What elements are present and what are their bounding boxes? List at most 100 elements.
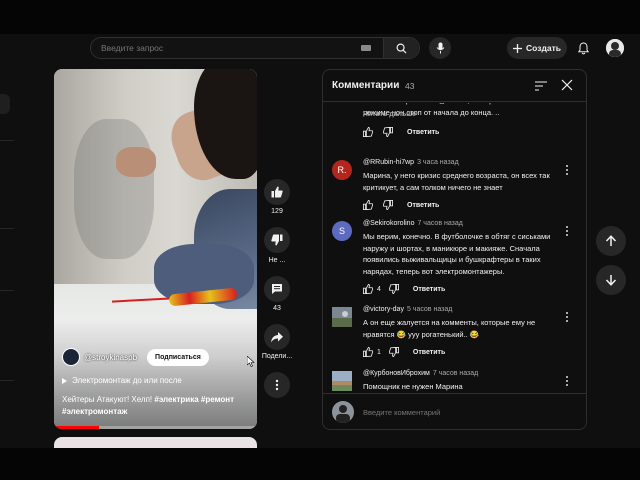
thumbs-down-icon <box>271 234 283 246</box>
comments-title: Комментарии <box>332 80 400 91</box>
thumbs-up-icon[interactable] <box>363 127 373 137</box>
thumbs-up-icon[interactable] <box>363 284 373 294</box>
shorts-video-player[interactable]: @stroykinaspb Подписаться Электромонтаж … <box>54 69 257 429</box>
play-icon <box>62 377 67 384</box>
subscribe-button[interactable]: Подписаться <box>147 348 209 366</box>
comment-actions: Ответить <box>363 127 439 137</box>
comment-time[interactable]: 7 часов назад <box>433 370 478 377</box>
comment-author-line: @victory-day 5 часов назад <box>363 306 452 313</box>
arrow-down-icon <box>605 275 617 286</box>
more-actions-button[interactable] <box>264 372 290 398</box>
share-label: Подели... <box>261 353 293 360</box>
channel-row: @stroykinaspb Подписаться <box>62 348 209 366</box>
comment-actions: Ответить <box>363 200 439 210</box>
commenter-avatar[interactable] <box>332 371 352 391</box>
profile-photo-icon <box>332 371 352 391</box>
thumbs-up-icon[interactable] <box>363 200 373 210</box>
reply-button[interactable]: Ответить <box>407 129 439 136</box>
comment-author[interactable]: @RRubin-hi7wp <box>363 159 414 166</box>
comments-button[interactable] <box>264 276 290 302</box>
sort-icon[interactable] <box>535 81 547 91</box>
user-photo-icon <box>332 401 354 423</box>
related-video-link[interactable]: Электромонтаж до или после <box>62 376 182 385</box>
microphone-icon <box>436 42 444 54</box>
comment-input[interactable] <box>363 405 573 419</box>
next-video-button[interactable] <box>596 265 626 295</box>
comment-time[interactable]: 7 часов назад <box>417 220 462 227</box>
own-avatar <box>332 401 354 423</box>
sidebar-divider <box>0 290 14 291</box>
comment-icon <box>272 284 282 294</box>
avatar-letter: R. <box>337 165 347 175</box>
video-progress-fill <box>54 426 99 429</box>
thumbs-down-icon[interactable] <box>388 347 399 357</box>
comment-author-line: @Sekirokorolino 7 часов назад <box>363 220 463 227</box>
arrow-up-icon <box>605 235 617 246</box>
comment-like-count: 4 <box>377 285 381 293</box>
comment-author[interactable]: @КурбоновИброхим <box>363 370 430 377</box>
video-frame-shadow <box>74 119 154 259</box>
video-progress-bar[interactable] <box>54 426 257 429</box>
comments-panel: Комментарии 43 на чал осе срезпие о @Eln… <box>322 69 587 430</box>
dislike-button[interactable] <box>264 227 290 253</box>
sidebar-edge[interactable] <box>0 94 10 114</box>
share-button[interactable] <box>264 324 290 350</box>
plus-icon <box>513 43 523 53</box>
comment-menu-button[interactable] <box>563 163 571 177</box>
comment-text: Марина, у него кризис среднего возраста,… <box>363 171 550 192</box>
more-vertical-icon <box>275 379 279 391</box>
comment-text: Помощник не нужен Марина <box>363 382 463 391</box>
channel-avatar[interactable] <box>62 348 80 366</box>
comment-time[interactable]: 3 часа назад <box>417 159 459 166</box>
comment-text: Мы верим, конечно. В футболочке в обтяг … <box>363 232 551 276</box>
thumbs-down-icon[interactable] <box>383 127 393 137</box>
comment-author[interactable]: @Sekirokorolino <box>363 220 414 227</box>
read-more-link[interactable]: Читать дальше <box>363 109 563 121</box>
voice-search-button[interactable] <box>429 37 451 59</box>
reply-button[interactable]: Ответить <box>413 349 445 356</box>
comment-menu-button[interactable] <box>563 310 571 324</box>
reply-button[interactable]: Ответить <box>407 202 439 209</box>
comment-text: А он еще жалуется на комменты, которые е… <box>363 318 536 339</box>
search-button[interactable] <box>383 38 419 58</box>
comment-like-count: 1 <box>377 348 381 356</box>
related-video-title: Электромонтаж до или после <box>72 376 182 385</box>
video-caption: Хейтеры Атакуют! Хелп! #электрика #ремон… <box>62 394 252 418</box>
avatar-letter: S <box>338 226 345 236</box>
comment-author-line: @RRubin-hi7wp 3 часа назад <box>363 159 459 166</box>
comment-time[interactable]: 5 часов назад <box>407 306 452 313</box>
commenter-avatar[interactable] <box>332 307 352 327</box>
mouse-cursor-icon <box>247 356 255 367</box>
comment-menu-button[interactable] <box>563 374 571 388</box>
top-letterbox <box>0 0 640 34</box>
user-photo-icon <box>606 39 624 57</box>
screen: Создать @stroykinaspb Подписаться Электр… <box>0 0 640 480</box>
thumbs-up-icon <box>271 186 283 198</box>
search-icon <box>396 43 407 54</box>
sidebar-divider <box>0 140 14 141</box>
thumbs-down-icon[interactable] <box>388 284 399 294</box>
comment-actions: 4 Ответить <box>363 284 445 294</box>
comments-list[interactable]: на чал осе срезпие о @Elnont, то перо за… <box>323 103 586 393</box>
sidebar-divider <box>0 228 14 229</box>
share-icon <box>271 331 283 342</box>
like-button[interactable] <box>264 179 290 205</box>
search-input[interactable] <box>91 38 361 58</box>
comment-author[interactable]: @victory-day <box>363 306 404 313</box>
notifications-button[interactable] <box>575 40 591 56</box>
keyboard-icon[interactable] <box>361 45 371 51</box>
comment-count: 43 <box>273 305 281 312</box>
create-button[interactable]: Создать <box>507 37 567 59</box>
next-video-thumbnail[interactable] <box>54 437 257 448</box>
comment-menu-button[interactable] <box>563 224 571 238</box>
account-avatar[interactable] <box>606 39 624 57</box>
commenter-avatar[interactable]: R. <box>332 160 352 180</box>
close-icon[interactable] <box>561 79 573 91</box>
comment-actions: 1 Ответить <box>363 347 445 357</box>
thumbs-up-icon[interactable] <box>363 347 373 357</box>
previous-video-button[interactable] <box>596 226 626 256</box>
channel-name[interactable]: @stroykinaspb <box>84 353 137 362</box>
thumbs-down-icon[interactable] <box>383 200 393 210</box>
commenter-avatar[interactable]: S <box>332 221 352 241</box>
reply-button[interactable]: Ответить <box>413 286 445 293</box>
